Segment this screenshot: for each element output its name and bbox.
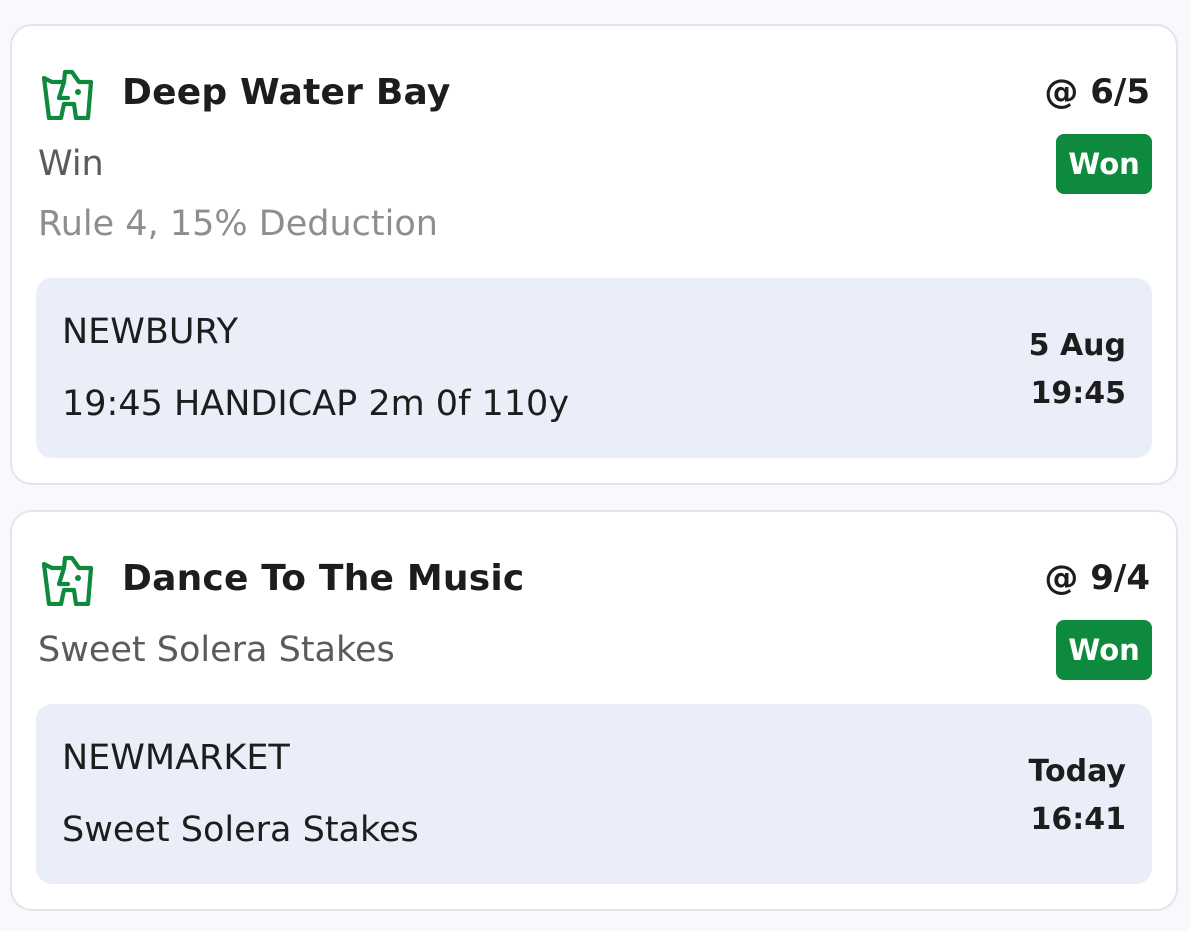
- status-badge: Won: [1056, 620, 1152, 680]
- event-details[interactable]: NEWMARKET Sweet Solera Stakes Today 16:4…: [36, 704, 1152, 884]
- event-race: 19:45 HANDICAP 2m 0f 110y: [62, 384, 570, 424]
- event-details[interactable]: NEWBURY 19:45 HANDICAP 2m 0f 110y 5 Aug …: [36, 278, 1152, 458]
- selection-name: Dance To The Music: [122, 558, 525, 599]
- event-datetime: 5 Aug 19:45: [1029, 322, 1126, 418]
- odds: @ 6/5: [1044, 72, 1150, 112]
- event-time: 19:45: [1030, 376, 1127, 411]
- market-name: Win: [38, 144, 104, 184]
- event-time: 16:41: [1030, 802, 1127, 837]
- bet-selections-list: Deep Water Bay @ 6/5 Win Rule 4, 15% Ded…: [0, 0, 1190, 931]
- bet-selection-card[interactable]: Deep Water Bay @ 6/5 Win Rule 4, 15% Ded…: [10, 24, 1178, 485]
- event-race: Sweet Solera Stakes: [62, 810, 419, 850]
- status-badge: Won: [1056, 134, 1152, 194]
- bet-selection-card[interactable]: Dance To The Music @ 9/4 Sweet Solera St…: [10, 510, 1178, 911]
- event-datetime: Today 16:41: [1029, 748, 1126, 844]
- market-name: Sweet Solera Stakes: [38, 630, 395, 670]
- event-date: Today: [1028, 754, 1126, 789]
- selection-name: Deep Water Bay: [122, 72, 451, 113]
- selection-header: Dance To The Music @ 9/4: [40, 554, 1150, 610]
- rule-4-deduction: Rule 4, 15% Deduction: [38, 204, 438, 244]
- event-venue: NEWBURY: [62, 312, 238, 352]
- selection-header: Deep Water Bay @ 6/5: [40, 68, 1150, 124]
- horse-racing-icon: [40, 554, 94, 606]
- event-venue: NEWMARKET: [62, 738, 290, 778]
- odds: @ 9/4: [1044, 558, 1150, 598]
- horse-racing-icon: [40, 68, 94, 120]
- event-date: 5 Aug: [1028, 328, 1126, 363]
